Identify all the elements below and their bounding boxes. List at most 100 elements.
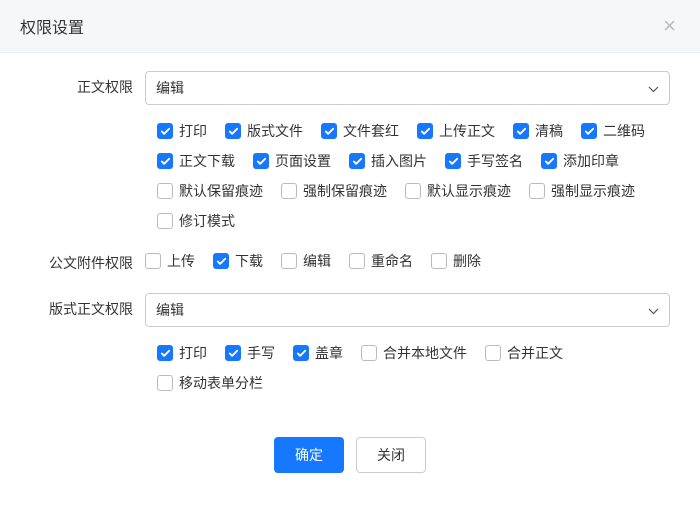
checkbox-icon xyxy=(361,345,377,361)
main-checkbox[interactable]: 正文下载 xyxy=(157,151,235,171)
modal-footer: 确定 关闭 xyxy=(0,419,700,493)
checkbox-label: 清稿 xyxy=(535,121,563,141)
checkbox-icon xyxy=(281,253,297,269)
main-permission-checkboxes: 打印 版式文件 文件套红 上传正文 清稿 二维码正文下载 页面设置 插入图片 手写签名 添加印章默… xyxy=(30,117,670,231)
checkbox-icon xyxy=(485,345,501,361)
attachment-checkbox[interactable]: 删除 xyxy=(431,251,481,271)
row-main-permission: 正文权限 编辑 xyxy=(30,71,670,105)
checkbox-icon xyxy=(349,253,365,269)
format-checkbox[interactable]: 移动表单分栏 xyxy=(157,373,263,393)
checkbox-label: 上传 xyxy=(167,251,195,271)
checkbox-label: 默认保留痕迹 xyxy=(179,181,263,201)
close-button[interactable]: 关闭 xyxy=(356,437,426,473)
checkbox-label: 版式文件 xyxy=(247,121,303,141)
checkbox-icon xyxy=(157,123,173,139)
chevron-down-icon xyxy=(648,80,659,96)
checkbox-label: 正文下载 xyxy=(179,151,235,171)
main-checkbox[interactable]: 版式文件 xyxy=(225,121,303,141)
main-checkbox[interactable]: 文件套红 xyxy=(321,121,399,141)
checkbox-icon xyxy=(213,253,229,269)
format-checkbox[interactable]: 盖章 xyxy=(293,343,343,363)
checkbox-icon xyxy=(417,123,433,139)
format-checkbox[interactable]: 合并本地文件 xyxy=(361,343,467,363)
main-checkbox[interactable]: 强制显示痕迹 xyxy=(529,181,635,201)
checkbox-icon xyxy=(157,375,173,391)
checkbox-label: 插入图片 xyxy=(371,151,427,171)
format-checkbox[interactable]: 打印 xyxy=(157,343,207,363)
label-attachment-permission: 公文附件权限 xyxy=(30,247,145,273)
checkbox-icon xyxy=(349,153,365,169)
modal-header: 权限设置 × xyxy=(0,0,700,53)
chevron-down-icon xyxy=(648,302,659,318)
main-checkbox[interactable]: 添加印章 xyxy=(541,151,619,171)
checkbox-label: 合并正文 xyxy=(507,343,563,363)
main-checkbox[interactable]: 上传正文 xyxy=(417,121,495,141)
checkbox-icon xyxy=(157,153,173,169)
checkbox-icon xyxy=(281,183,297,199)
checkbox-label: 手写签名 xyxy=(467,151,523,171)
checkbox-label: 编辑 xyxy=(303,251,331,271)
close-icon[interactable]: × xyxy=(659,15,680,37)
main-checkbox[interactable]: 页面设置 xyxy=(253,151,331,171)
checkbox-label: 移动表单分栏 xyxy=(179,373,263,393)
checkbox-icon xyxy=(293,345,309,361)
select-main-permission[interactable]: 编辑 xyxy=(145,71,670,105)
format-permission-checkboxes: 打印 手写 盖章 合并本地文件 合并正文移动表单分栏 xyxy=(30,339,670,393)
main-checkbox[interactable]: 手写签名 xyxy=(445,151,523,171)
main-checkbox[interactable]: 二维码 xyxy=(581,121,645,141)
checkbox-icon xyxy=(405,183,421,199)
checkbox-icon xyxy=(145,253,161,269)
row-attachment-permission: 公文附件权限 上传 下载 编辑 重命名 删除 xyxy=(30,247,670,273)
main-checkbox[interactable]: 修订模式 xyxy=(157,211,235,231)
checkbox-icon xyxy=(529,183,545,199)
main-checkbox[interactable]: 打印 xyxy=(157,121,207,141)
checkbox-label: 强制保留痕迹 xyxy=(303,181,387,201)
main-checkbox[interactable]: 默认保留痕迹 xyxy=(157,181,263,201)
checkbox-label: 打印 xyxy=(179,121,207,141)
checkbox-label: 重命名 xyxy=(371,251,413,271)
main-checkbox[interactable]: 默认显示痕迹 xyxy=(405,181,511,201)
select-value: 编辑 xyxy=(156,302,184,318)
checkbox-label: 删除 xyxy=(453,251,481,271)
row-format-permission: 版式正文权限 编辑 xyxy=(30,293,670,327)
modal-body: 正文权限 编辑 打印版式文件文件套红上传正文清稿二维码正文下载页面设置插入图片手… xyxy=(0,53,700,419)
checkbox-label: 文件套红 xyxy=(343,121,399,141)
checkbox-icon xyxy=(225,345,241,361)
attachment-checkbox[interactable]: 下载 xyxy=(213,251,263,271)
attachment-checkbox[interactable]: 上传 xyxy=(145,251,195,271)
checkbox-label: 手写 xyxy=(247,343,275,363)
checkbox-icon xyxy=(225,123,241,139)
checkbox-icon xyxy=(321,123,337,139)
select-format-permission[interactable]: 编辑 xyxy=(145,293,670,327)
checkbox-label: 合并本地文件 xyxy=(383,343,467,363)
main-checkbox[interactable]: 插入图片 xyxy=(349,151,427,171)
modal-title: 权限设置 xyxy=(20,14,84,38)
checkbox-label: 盖章 xyxy=(315,343,343,363)
checkbox-icon xyxy=(541,153,557,169)
checkbox-label: 默认显示痕迹 xyxy=(427,181,511,201)
label-main-permission: 正文权限 xyxy=(30,71,145,97)
checkbox-label: 上传正文 xyxy=(439,121,495,141)
checkbox-label: 二维码 xyxy=(603,121,645,141)
checkbox-label: 打印 xyxy=(179,343,207,363)
checkbox-icon xyxy=(253,153,269,169)
checkbox-label: 添加印章 xyxy=(563,151,619,171)
checkbox-label: 页面设置 xyxy=(275,151,331,171)
main-checkbox[interactable]: 清稿 xyxy=(513,121,563,141)
checkbox-label: 下载 xyxy=(235,251,263,271)
label-format-permission: 版式正文权限 xyxy=(30,293,145,319)
checkbox-label: 强制显示痕迹 xyxy=(551,181,635,201)
attachment-checkbox[interactable]: 重命名 xyxy=(349,251,413,271)
main-checkbox[interactable]: 强制保留痕迹 xyxy=(281,181,387,201)
format-checkbox[interactable]: 手写 xyxy=(225,343,275,363)
checkbox-icon xyxy=(581,123,597,139)
checkbox-icon xyxy=(157,183,173,199)
checkbox-icon xyxy=(157,345,173,361)
confirm-button[interactable]: 确定 xyxy=(274,437,344,473)
attachment-checkbox[interactable]: 编辑 xyxy=(281,251,331,271)
format-checkbox[interactable]: 合并正文 xyxy=(485,343,563,363)
select-value: 编辑 xyxy=(156,80,184,96)
checkbox-label: 修订模式 xyxy=(179,211,235,231)
checkbox-icon xyxy=(157,213,173,229)
checkbox-icon xyxy=(513,123,529,139)
